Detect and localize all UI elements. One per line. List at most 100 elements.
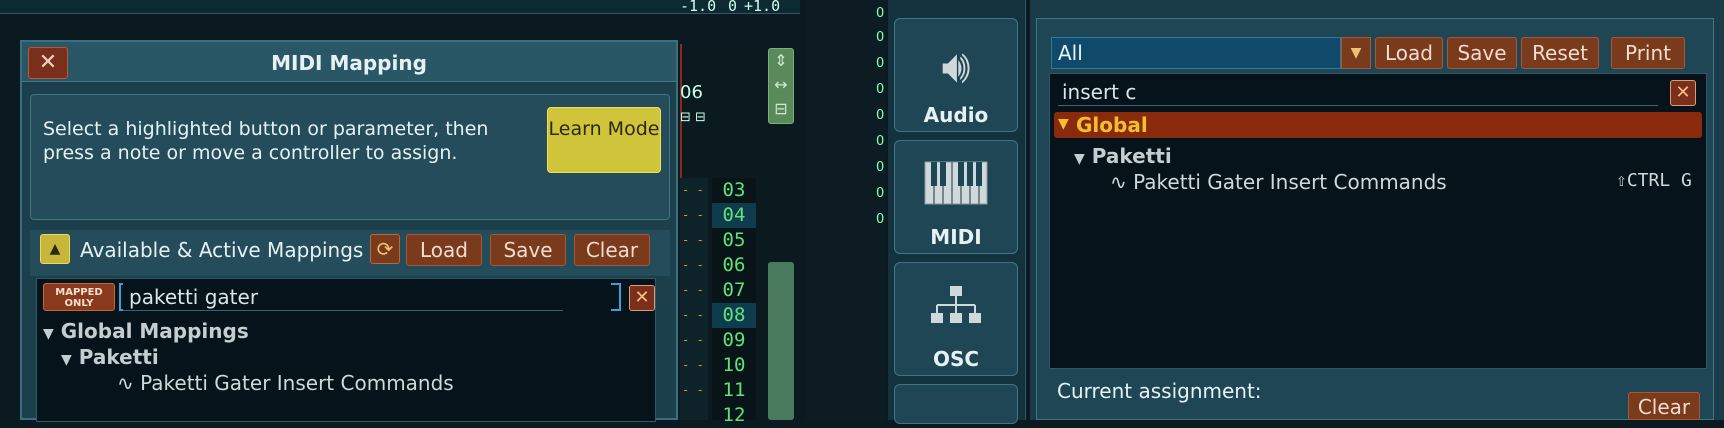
mappings-title: Available & Active Mappings <box>80 238 364 262</box>
learn-mode-button[interactable]: Learn Mode <box>547 107 661 173</box>
row-number: 08 <box>712 303 756 328</box>
tree-node-paketti[interactable]: ▼ Paketti <box>1074 144 1172 168</box>
collapse-icon[interactable]: ⊟ <box>769 97 793 121</box>
caret-down-icon[interactable]: ▼ <box>1074 151 1085 167</box>
close-icon[interactable]: ✕ <box>1675 82 1690 103</box>
meter-max-label: +1.0 <box>744 0 781 15</box>
refresh-icon: ⟳ <box>376 237 394 261</box>
edge-number: 0 <box>876 134 885 149</box>
keyboard-icon <box>895 161 1017 209</box>
instruction-panel: Select a highlighted button or parameter… <box>30 94 670 220</box>
save-button[interactable]: Save <box>1447 37 1517 69</box>
load-button[interactable]: Load <box>406 234 482 266</box>
row-number: 03 <box>722 179 746 201</box>
edge-number: 0 <box>876 108 885 123</box>
edge-number: 0 <box>876 56 885 71</box>
current-assignment-label: Current assignment: <box>1057 379 1262 403</box>
pattern-cell[interactable]: - - <box>682 228 706 253</box>
midi-mapping-dialog: ✕ MIDI Mapping Select a highlighted butt… <box>20 40 678 422</box>
clear-search-button[interactable]: ✕ <box>1670 80 1696 106</box>
column-controls[interactable]: ⊟ ⊟ <box>680 110 706 125</box>
tree-node-global[interactable]: ▼ Global <box>1054 112 1702 138</box>
pattern-cell[interactable]: - - <box>682 378 706 403</box>
caret-down-icon[interactable]: ▼ <box>43 326 54 342</box>
tree-node-label: Global Mappings <box>60 319 249 343</box>
preset-dropdown-button[interactable]: ▼ <box>1341 37 1371 69</box>
collapse-mappings-button[interactable]: ▲ <box>40 234 70 264</box>
mapping-search-input[interactable] <box>123 283 563 311</box>
edge-number: 0 <box>876 6 885 21</box>
speaker-icon: 🔊︎ <box>941 39 971 93</box>
sidebar-item-more[interactable] <box>894 384 1018 424</box>
edge-number: 0 <box>876 30 885 45</box>
sidebar-item-label: MIDI <box>930 225 982 249</box>
clear-assignment-button[interactable]: Clear <box>1628 392 1700 420</box>
dialog-title: MIDI Mapping <box>271 51 427 75</box>
network-icon <box>895 285 1017 331</box>
caret-down-icon[interactable]: ▼ <box>1058 116 1069 132</box>
keybinding-search-input[interactable] <box>1058 78 1658 106</box>
clear-button[interactable]: Clear <box>574 234 650 266</box>
close-icon[interactable]: ✕ <box>634 287 649 308</box>
reset-button[interactable]: Reset <box>1521 37 1599 69</box>
sidebar-item-audio[interactable]: 🔊︎ Audio <box>894 18 1018 132</box>
pattern-scrollbar[interactable] <box>768 262 794 420</box>
keybindings-inner: All ▼ Load Save Reset Print ✕ ▼ Global ▼… <box>1036 18 1714 420</box>
tree-node-global-mappings[interactable]: ▼ Global Mappings <box>43 319 249 343</box>
sidebar-item-label: OSC <box>932 347 980 371</box>
tree-item-gater-insert[interactable]: ∿ Paketti Gater Insert Commands <box>117 371 454 395</box>
row-number: 07 <box>722 279 746 301</box>
row-number: 11 <box>722 379 746 401</box>
preferences-sidebar: 🔊︎ Audio MIDI OSC <box>888 0 1026 424</box>
preset-select[interactable]: All <box>1051 37 1341 69</box>
tree-node-paketti[interactable]: ▼ Paketti <box>61 345 159 369</box>
pattern-cell[interactable]: - - <box>682 203 706 228</box>
row-number: 09 <box>722 329 746 351</box>
mapped-only-toggle[interactable]: MAPPED ONLY <box>43 283 115 311</box>
tree-node-label: Paketti <box>1091 144 1172 168</box>
clear-search-button[interactable]: ✕ <box>629 285 655 311</box>
pattern-view-buttons[interactable]: ⇕ ↔ ⊟ <box>768 48 794 124</box>
pattern-cell[interactable]: - - <box>682 303 706 328</box>
save-button[interactable]: Save <box>490 234 566 266</box>
print-button[interactable]: Print <box>1611 37 1685 69</box>
mappings-list: MAPPED ONLY ✕ ▼ Global Mappings ▼ Pakett… <box>36 278 656 422</box>
row-number: 10 <box>722 354 746 376</box>
load-button[interactable]: Load <box>1375 37 1443 69</box>
meter-min-label: -1.0 <box>680 0 717 15</box>
tree-node-label: Global <box>1076 113 1148 137</box>
sidebar-item-osc[interactable]: OSC <box>894 262 1018 376</box>
pattern-cell[interactable]: - - <box>682 178 706 203</box>
pattern-cell[interactable]: - - <box>682 353 706 378</box>
shortcut-label: ⇧CTRL G <box>1616 170 1692 191</box>
edge-number: 0 <box>876 186 885 201</box>
expand-icon[interactable]: ⇕ <box>769 49 793 73</box>
pattern-cell[interactable]: - - <box>682 328 706 353</box>
edge-number: 0 <box>876 82 885 97</box>
row-number: 04 <box>712 203 756 228</box>
pattern-cell[interactable]: - - <box>682 253 706 278</box>
refresh-button[interactable]: ⟳ <box>370 234 400 264</box>
sidebar-item-midi[interactable]: MIDI <box>894 140 1018 254</box>
tree-item-gater-insert[interactable]: ∿ Paketti Gater Insert Commands <box>1110 170 1447 194</box>
row-number: 05 <box>722 229 746 251</box>
sidebar-item-label: Audio <box>923 103 989 127</box>
caret-down-icon[interactable]: ▼ <box>61 352 72 368</box>
edge-number: 0 <box>876 160 885 175</box>
search-bracket-right <box>611 283 621 311</box>
pattern-cell[interactable]: - - <box>682 278 706 303</box>
triangle-up-icon: ▲ <box>49 241 61 257</box>
row-number: 12 <box>722 404 746 426</box>
pattern-column-label: 06 <box>680 82 703 103</box>
meter-mid-label: 0 <box>728 0 738 15</box>
row-number: 06 <box>722 254 746 276</box>
mappings-toolbar: ▲ Available & Active Mappings ⟳ Load Sav… <box>30 230 670 276</box>
tree-node-label: Paketti <box>78 345 159 369</box>
panel-divider <box>806 0 886 420</box>
keybindings-panel: All ▼ Load Save Reset Print ✕ ▼ Global ▼… <box>1030 0 1724 420</box>
dialog-titlebar[interactable]: ✕ MIDI Mapping <box>22 42 676 82</box>
keybindings-list: ✕ ▼ Global ▼ Paketti ∿ Paketti Gater Ins… <box>1049 73 1707 369</box>
swap-icon[interactable]: ↔ <box>769 73 793 97</box>
chevron-down-icon: ▼ <box>1350 45 1362 61</box>
edge-number: 0 <box>876 212 885 227</box>
